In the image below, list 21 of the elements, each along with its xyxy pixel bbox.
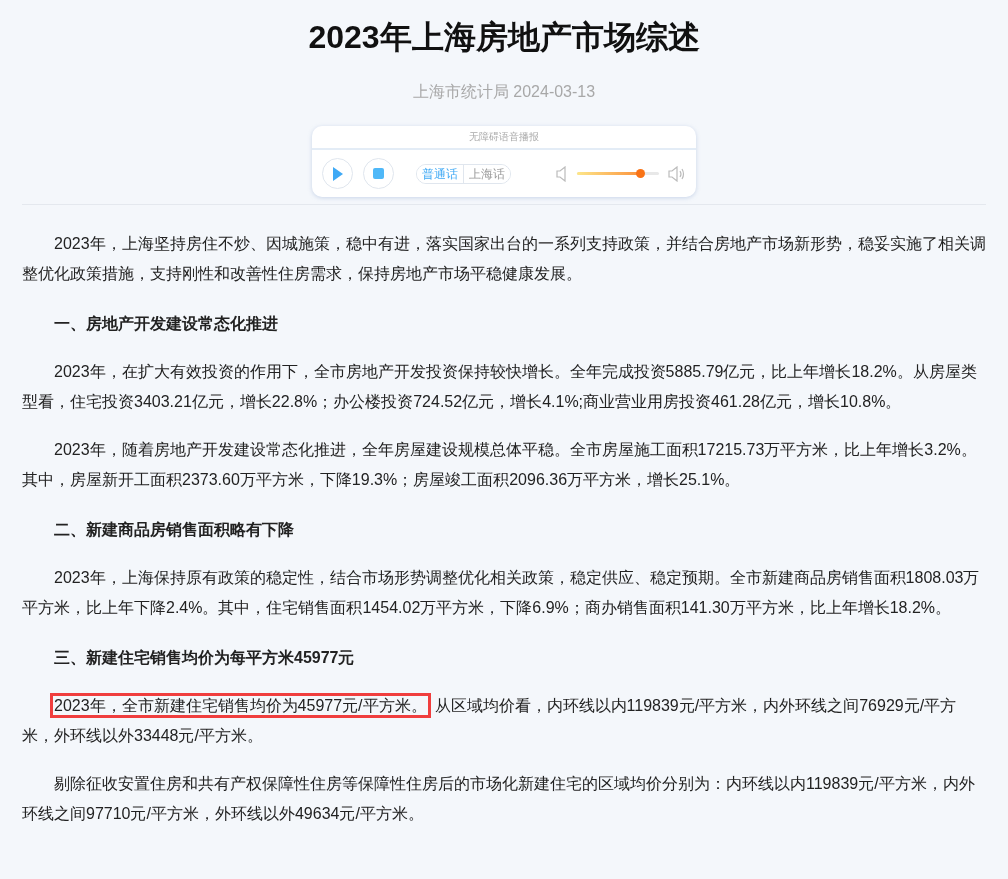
source-date: 上海市统计局 2024-03-13 [411,82,597,102]
body-paragraph: 剔除征收安置住房和共有产权保障性住房等保障性住房后的市场化新建住宅的区域均价分别为：内环线以内119839元/平方米，内外环线之间97710元/平方米，外环线以外49634元/平方米。 [22,774,976,824]
body-paragraph: 2023年，上海坚持房住不炒、因城施策，稳中有进，落实国家出台的一系列支持政策，并结合房地产市场新形势，稳妥实施了相关调整优化政策措施，支持刚性和改善性住房需求，保持房地产市场平稳健康发展。 [22,234,986,284]
section-heading: 三、新建住宅销售均价为每平方米45977元 [53,648,356,668]
volume-low-icon [556,165,568,182]
volume-high-icon [668,165,686,182]
section-heading: 二、新建商品房销售面积略有下降 [53,520,295,540]
stop-button[interactable] [363,158,394,189]
player-caption: 无障碍语音播报 [312,126,696,150]
volume-thumb[interactable] [636,169,646,178]
body-paragraph: 2023年，随着房地产开发建设常态化推进，全年房屋建设规模总体平稳。全市房屋施工面积17215.73万平方米，比上年增长3.2%。其中，房屋新开工面积2373.60万平方米，下降19.3%；房屋竣工面积2096.36万平方米，增长25.1%。 [22,440,978,490]
volume-slider[interactable] [577,172,659,175]
play-button[interactable] [322,158,353,189]
article-title: 2023年上海房地产市场综述 [307,18,701,57]
section-heading: 一、房地产开发建设常态化推进 [53,314,279,334]
body-paragraph: 2023年，全市新建住宅销售均价为45977元/平方米。 从区域均价看，内环线以内119839元/平方米，内外环线之间76929元/平方米，外环线以外33448元/平方米。 [22,691,986,751]
dialect-tab[interactable]: 上海话 [463,164,510,183]
play-icon [331,165,344,182]
body-paragraph: 2023年，在扩大有效投资的作用下，全市房地产开发投资保持较快增长。全年完成投资5885.79亿元，比上年增长18.2%。从房屋类型看，住宅投资3403.21亿元，增长22.8%；办公楼投资724.52亿元，增长4.1%;商业营业用房投资461.28亿元，增长10.8%。 [22,362,978,412]
body-paragraph: 2023年，上海保持原有政策的稳定性，结合市场形势调整优化相关政策，稳定供应、稳定预期。全市新建商品房销售面积1808.03万平方米，比上年下降2.4%。其中，住宅销售面积1454.02万平方米，下降6.9%；商办销售面积141.30万平方米，比上年增长18.2%。 [22,568,981,618]
stop-icon [373,168,384,179]
